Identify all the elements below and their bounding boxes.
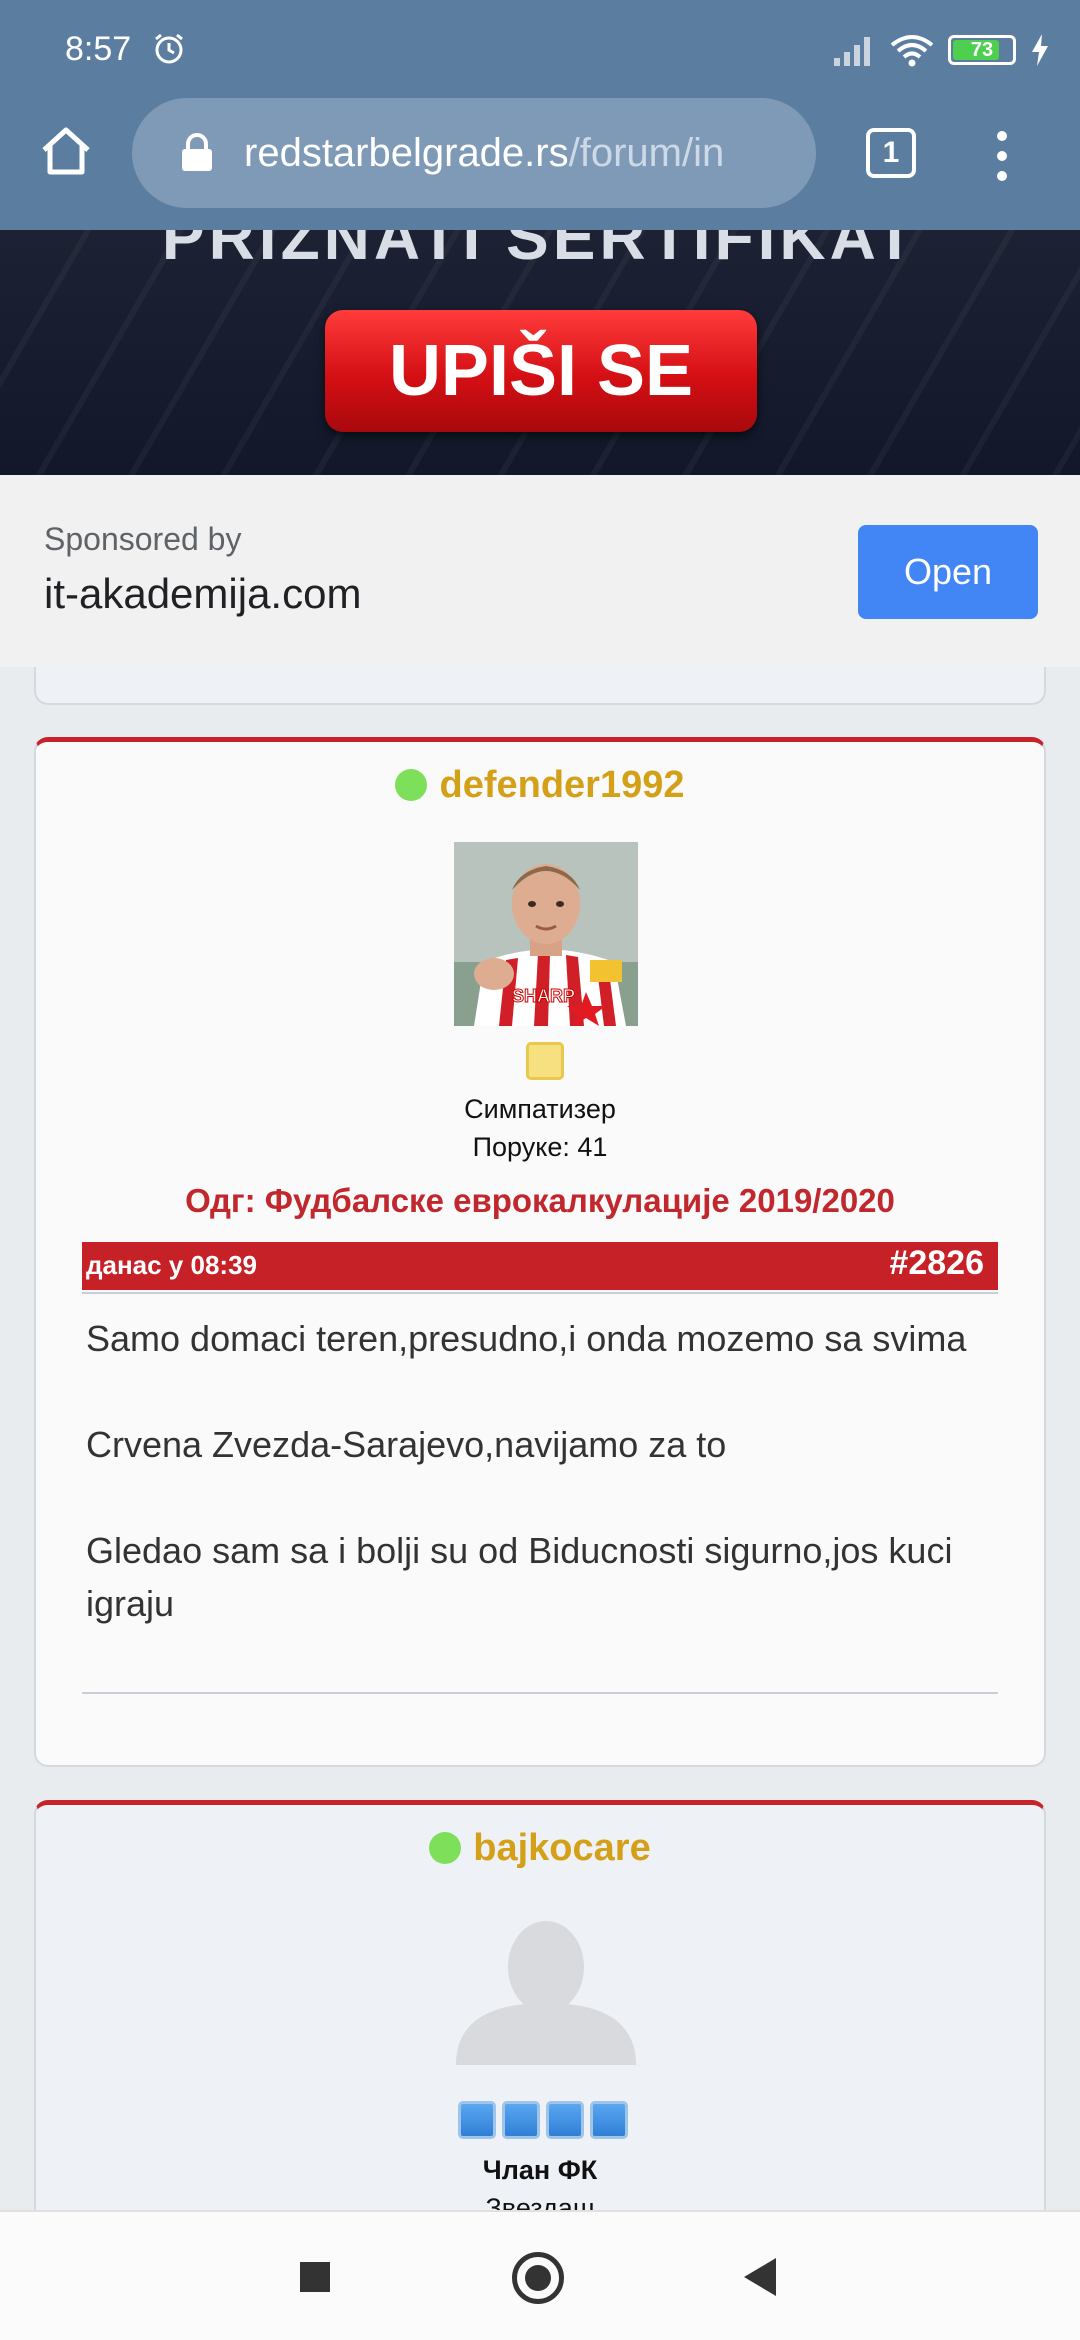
status-time: 8:57 xyxy=(65,30,132,68)
back-icon[interactable] xyxy=(744,2258,776,2296)
url-path: /forum/in xyxy=(568,130,725,175)
home-nav-icon[interactable] xyxy=(512,2252,564,2304)
default-avatar-icon[interactable] xyxy=(454,1915,638,2065)
divider xyxy=(82,1292,998,1294)
url-text: redstarbelgrade.rs/forum/in xyxy=(244,131,724,176)
online-status-icon xyxy=(429,1832,462,1864)
post-author: bajkocare xyxy=(36,1827,1044,1870)
post-header-bar: данас у 08:39 #2826 xyxy=(82,1242,998,1290)
open-button[interactable]: Open xyxy=(858,525,1038,619)
rank-stars xyxy=(458,2101,628,2139)
user-rank: Члан ФК xyxy=(482,2155,598,2185)
previous-post-card xyxy=(34,667,1046,705)
user-avatar[interactable]: SHARP xyxy=(454,842,638,1026)
post-paragraph: Gledao sam sa i bolji su od Biducnosti s… xyxy=(86,1530,953,1624)
user-rank: Симпатизер xyxy=(464,1094,616,1124)
post-date: данас у 08:39 xyxy=(86,1250,257,1280)
username-link[interactable]: defender1992 xyxy=(439,764,684,806)
rank-badge-icon xyxy=(526,1042,564,1080)
ad-top-text: PRIZNATI SERTIFIKAT xyxy=(161,230,919,273)
svg-text:SHARP: SHARP xyxy=(512,986,575,1006)
rank-badge-icon xyxy=(590,2101,628,2139)
post-paragraph: Samo domaci teren,presudno,i onda mozemo… xyxy=(86,1318,967,1359)
post-paragraph: Crvena Zvezda-Sarajevo,navijamo za to xyxy=(86,1424,727,1465)
signal-icon xyxy=(834,37,870,66)
post-subject[interactable]: Одг: Фудбалске еврокалкулације 2019/2020 xyxy=(36,1182,1044,1220)
alarm-icon xyxy=(155,33,183,64)
post-number-link[interactable]: #2826 xyxy=(889,1244,984,1283)
battery-level: 73 xyxy=(970,39,994,61)
post-body: Samo domaci teren,presudno,i onda mozemo… xyxy=(86,1312,968,1630)
rank-badge-icon xyxy=(502,2101,540,2139)
username-link[interactable]: bajkocare xyxy=(473,1827,650,1869)
home-icon[interactable] xyxy=(38,122,94,178)
lock-icon xyxy=(182,133,212,171)
wifi-icon xyxy=(890,35,934,67)
tab-switcher-button[interactable]: 1 xyxy=(866,128,916,178)
sponsored-by-label: Sponsored by xyxy=(44,521,242,557)
status-icons: 73 xyxy=(832,30,1050,70)
online-status-icon xyxy=(395,769,428,801)
ad-cta-button[interactable]: UPIŠI SE xyxy=(325,310,757,432)
recents-icon[interactable] xyxy=(300,2262,330,2292)
charging-icon xyxy=(1032,34,1048,66)
battery-icon: 73 xyxy=(948,35,1016,65)
url-host: redstarbelgrade.rs xyxy=(244,130,569,175)
rank-badge-icon xyxy=(458,2101,496,2139)
sponsor-bar: Sponsored by it-akademija.com Open xyxy=(0,475,1080,667)
forum-post: defender1992 SHARP Симпатизер Поруке: 41… xyxy=(34,737,1046,1767)
divider xyxy=(82,1692,998,1694)
overflow-menu-icon[interactable] xyxy=(988,128,1016,184)
rank-badge-icon xyxy=(546,2101,584,2139)
user-post-count: Поруке: 41 xyxy=(472,1132,608,1162)
sponsor-domain: it-akademija.com xyxy=(44,570,362,617)
ad-banner[interactable]: PRIZNATI SERTIFIKAT UPIŠI SE xyxy=(0,230,1080,475)
url-bar[interactable]: redstarbelgrade.rs/forum/in xyxy=(132,98,816,208)
browser-chrome: 8:57 73 redstarbelgrade.rs/forum/in 1 xyxy=(0,0,1080,230)
post-author: defender1992 xyxy=(36,764,1044,807)
system-navigation-bar xyxy=(0,2210,1080,2340)
